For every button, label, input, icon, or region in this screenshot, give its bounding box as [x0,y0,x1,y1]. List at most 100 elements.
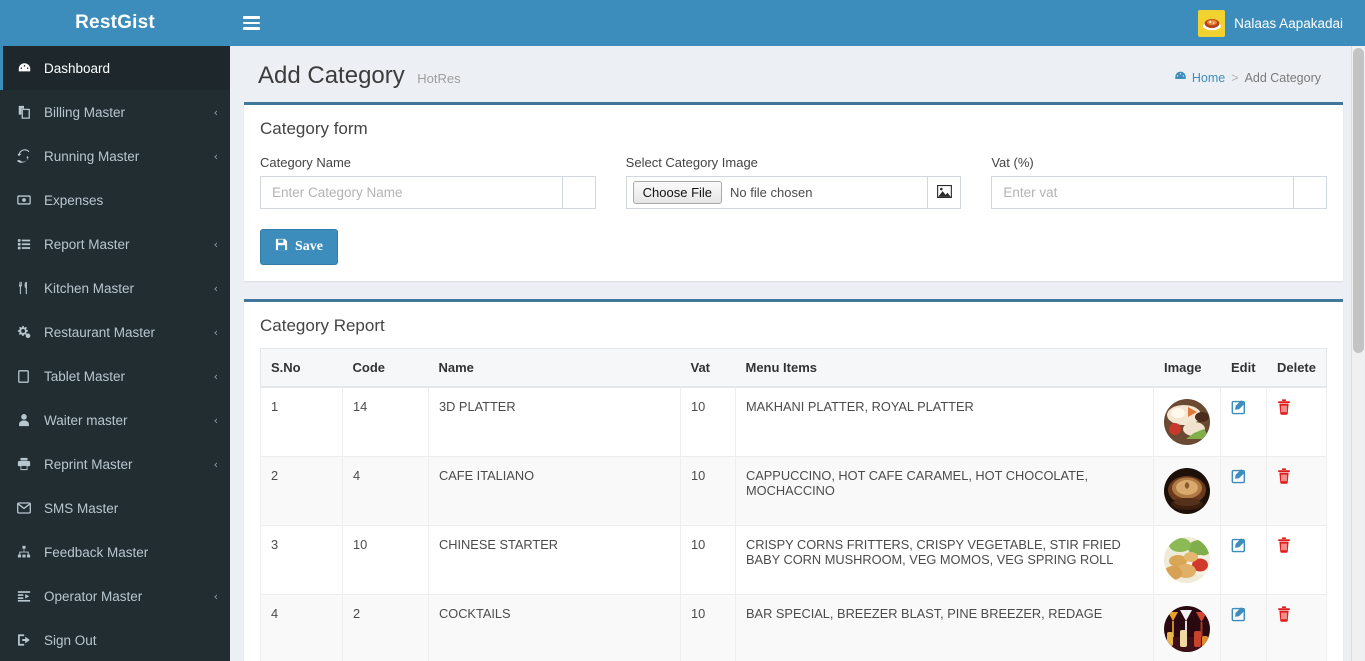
column-header-edit: Edit [1220,348,1267,388]
sidebar-item-dashboard[interactable]: Dashboard [0,46,230,90]
sidebar-item-tablet-master[interactable]: Tablet Master ‹ [0,354,230,398]
sidebar-item-waiter-master[interactable]: Waiter master ‹ [0,398,230,442]
sidebar-item-label: Running Master [44,148,140,164]
scrollbar-thumb[interactable] [1353,48,1364,353]
chevron-left-icon: ‹ [213,325,218,339]
cell-edit [1220,525,1268,595]
sidebar-item-label: SMS Master [44,500,119,516]
sidebar-item-sms-master[interactable]: SMS Master [0,486,230,530]
sidebar-item-report-master[interactable]: Report Master ‹ [0,222,230,266]
delete-icon[interactable] [1277,606,1291,622]
breadcrumb-separator: > [1231,71,1239,85]
save-button[interactable]: Save [260,229,338,265]
page-title: Add Category [258,62,405,89]
image-preview-addon[interactable] [927,176,962,209]
sidebar-item-label: Operator Master [44,588,143,604]
cell-code: 14 [342,386,429,457]
category-form-title: Category form [260,119,368,138]
cell-menu-items: CRISPY CORNS FRITTERS, CRISPY VEGETABLE,… [734,525,1155,595]
cell-edit [1220,386,1268,457]
edit-icon[interactable] [1231,537,1247,553]
breadcrumb-home[interactable]: Home [1174,70,1225,86]
delete-icon[interactable] [1277,537,1291,553]
sidebar-item-label: Kitchen Master [44,280,135,296]
sidebar-item-operator-master[interactable]: Operator Master ‹ [0,574,230,618]
cell-name: 3D PLATTER [428,386,681,457]
cell-vat: 10 [680,594,736,661]
edit-icon[interactable] [1231,606,1247,622]
coffee-thumbnail [1164,468,1211,514]
cell-edit [1220,456,1268,526]
sidebar-nav: Dashboard Billing Master ‹ Running Master ‹ E… [0,46,230,661]
category-name-input-group [260,176,596,209]
cell-vat: 10 [680,456,736,526]
category-name-label: Category Name [260,155,352,170]
billing-icon [17,105,39,119]
sidebar-item-billing-master[interactable]: Billing Master ‹ [0,90,230,134]
category-table-head: S.No Code Name Vat Menu Items Image Edit Delete [260,348,1327,388]
edit-icon[interactable] [1231,399,1247,415]
vertical-scrollbar[interactable] [1351,46,1364,661]
sign-out-icon [17,633,39,647]
cell-menu-items: CAPPUCCINO, HOT CAFE CARAMEL, HOT CHOCOL… [734,456,1155,526]
table-row: 3 10 CHINESE STARTER 10 CRISPY CORNS FRITTER… [260,525,1327,595]
cell-code: 4 [342,456,429,526]
sidebar-item-label: Feedback Master [44,544,149,560]
sidebar-item-label: Reprint Master [44,456,133,472]
choose-file-button[interactable]: Choose File [632,181,723,204]
category-image-group: Select Category Image Choose File No fil… [625,155,962,209]
starter-thumbnail [1164,537,1211,583]
category-table: S.No Code Name Vat Menu Items Image Edit Delete… [260,348,1327,661]
sidebar-item-sign-out[interactable]: Sign Out [0,618,230,661]
cell-code: 10 [342,525,429,595]
table-row: 2 4 CAFE ITALIANO 10 CAPPUCCINO, HOT CAFE CA… [260,456,1327,526]
chevron-left-icon: ‹ [213,369,218,383]
delete-icon[interactable] [1277,468,1291,484]
category-name-addon [561,176,596,209]
refresh-icon [17,149,39,163]
brand-name: RestGist [75,12,155,33]
sidebar-item-reprint-master[interactable]: Reprint Master ‹ [0,442,230,486]
sitemap-icon [17,545,39,559]
menu-toggle-icon[interactable] [230,0,272,46]
main-area: Nalaas Aapakadai Add Category HotRes Hom… [230,0,1365,661]
category-report-box: Category Report S.No Code Name Vat Menu Item… [244,299,1343,661]
brand-logo[interactable]: RestGist [0,0,230,46]
cutlery-icon [17,281,39,295]
edit-icon[interactable] [1231,468,1247,484]
vat-input[interactable] [991,176,1294,209]
cell-sno: 3 [260,525,343,595]
column-header-menu-items: Menu Items [735,348,1154,388]
category-form-body: Category Name Select Category Image [244,151,1343,281]
column-header-delete: Delete [1266,348,1327,388]
sidebar-item-label: Expenses [44,192,104,208]
cell-name: CHINESE STARTER [428,525,681,595]
user-menu[interactable]: Nalaas Aapakadai [1198,9,1355,37]
topbar: Nalaas Aapakadai [230,0,1365,46]
sidebar-item-running-master[interactable]: Running Master ‹ [0,134,230,178]
delete-icon[interactable] [1277,399,1291,415]
vat-addon [1293,176,1328,209]
sidebar-item-kitchen-master[interactable]: Kitchen Master ‹ [0,266,230,310]
cell-sno: 1 [260,386,343,457]
sidebar-item-label: Waiter master [44,412,128,428]
category-name-input[interactable] [260,176,562,209]
sidebar-item-restaurant-master[interactable]: Restaurant Master ‹ [0,310,230,354]
sidebar-item-feedback-master[interactable]: Feedback Master [0,530,230,574]
file-status-text: No file chosen [730,185,813,200]
cell-delete [1266,386,1327,457]
category-image-input-group: Choose File No file chosen [625,176,962,209]
category-form-header: Category form [244,105,1343,151]
save-button-label: Save [295,239,323,254]
cell-sno: 4 [260,594,343,661]
content: Add Category HotRes Home > Add Category … [230,46,1365,661]
cell-name: CAFE ITALIANO [428,456,681,526]
sidebar-item-expenses[interactable]: Expenses [0,178,230,222]
chevron-left-icon: ‹ [213,589,218,603]
chevron-left-icon: ‹ [213,237,218,251]
file-input-wrap[interactable]: Choose File No file chosen [625,176,928,209]
content-scroll-area: Add Category HotRes Home > Add Category … [230,46,1365,661]
cell-name: COCKTAILS [428,594,681,661]
cell-code: 2 [342,594,429,661]
chevron-left-icon: ‹ [213,149,218,163]
